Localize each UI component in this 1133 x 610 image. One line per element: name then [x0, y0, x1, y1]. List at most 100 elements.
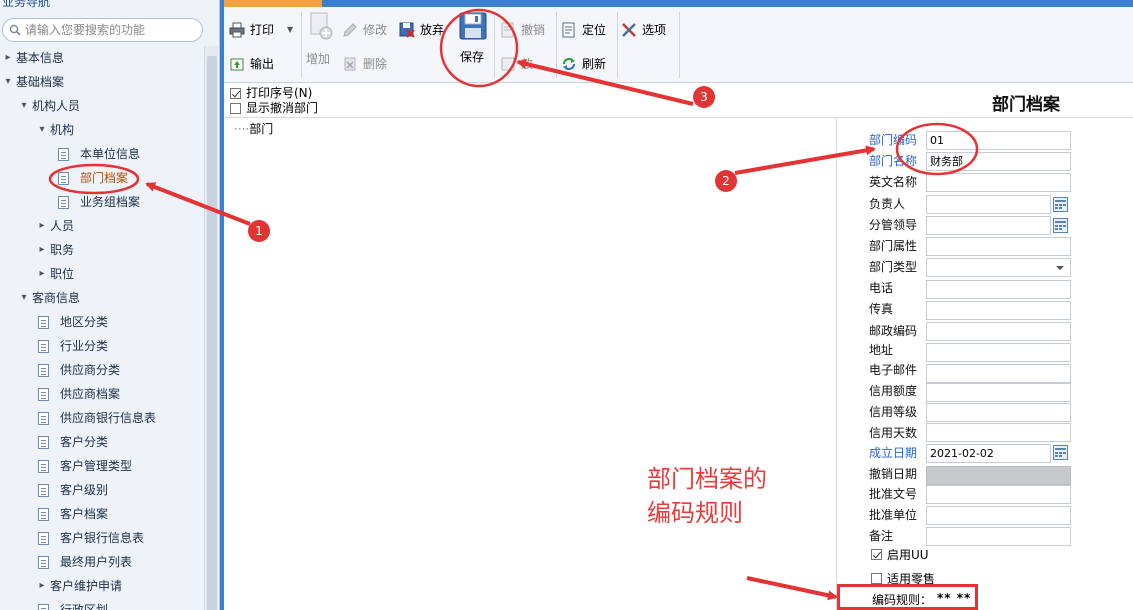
- annotation-note-line1: 部门档案的: [647, 465, 767, 493]
- dept-code-label: 部门编码: [869, 133, 918, 147]
- print-seq-label: 打印序号(N): [246, 86, 313, 100]
- export-icon: [230, 58, 244, 71]
- nav-item-label: 本单位信息: [80, 147, 141, 161]
- chevron-right-icon[interactable]: ▸: [36, 240, 48, 260]
- remark-input[interactable]: [926, 527, 1071, 546]
- chevron-right-icon[interactable]: ▸: [36, 576, 48, 596]
- delete-label: 删除: [363, 57, 388, 71]
- credit-days-input[interactable]: [926, 423, 1071, 442]
- nav-item-label: 职务: [50, 243, 75, 257]
- undo-icon: [501, 22, 514, 38]
- email-input[interactable]: [926, 364, 1071, 383]
- locate-icon: [562, 22, 575, 38]
- step-badge-3: 3: [693, 86, 715, 108]
- calendar-icon[interactable]: [1053, 445, 1068, 460]
- chevron-down-icon[interactable]: ▼: [287, 20, 293, 40]
- approval-no-input[interactable]: [926, 485, 1071, 504]
- document-icon: [38, 340, 49, 353]
- established-date-input[interactable]: 2021-02-02: [926, 444, 1051, 463]
- chevron-right-icon[interactable]: ▸: [36, 264, 48, 284]
- nav-scrollbar-thumb[interactable]: [207, 56, 217, 610]
- supervisor-input[interactable]: [926, 216, 1051, 235]
- print-seq-option[interactable]: 打印序号(N): [230, 86, 350, 101]
- chevron-right-icon[interactable]: ▸: [36, 216, 48, 236]
- nav-item-label: 客商信息: [32, 291, 81, 305]
- fax-input[interactable]: [926, 301, 1071, 320]
- lookup-icon[interactable]: [1053, 218, 1068, 233]
- print-button[interactable]: 打印 ▼: [229, 20, 299, 40]
- retail-checkbox[interactable]: [871, 573, 882, 584]
- nav-item-label: 机构: [50, 123, 75, 137]
- tree-root-label: 部门: [249, 122, 274, 136]
- remark-label: 备注: [869, 529, 894, 543]
- nav-item-label: 客户维护申请: [50, 579, 123, 593]
- chevron-down-icon[interactable]: ▾: [18, 96, 30, 116]
- phone-input[interactable]: [926, 280, 1071, 299]
- chevron-right-icon[interactable]: ▸: [2, 48, 14, 68]
- toolbar-separator: [301, 12, 302, 78]
- credit-limit-input[interactable]: [926, 383, 1071, 402]
- coding-rule-highlight: 编码规则： ** **: [837, 584, 978, 610]
- tree-root-node[interactable]: ····部门: [234, 120, 273, 137]
- dept-attr-input[interactable]: [926, 237, 1071, 256]
- undo-button[interactable]: 撤销: [500, 20, 552, 40]
- nav-item-label: 部门档案: [80, 171, 129, 185]
- modify-button[interactable]: 修改: [342, 20, 398, 40]
- nav-scrollbar[interactable]: [204, 46, 218, 610]
- function-search-box[interactable]: [2, 18, 203, 42]
- enable-uu-option[interactable]: 启用UU: [871, 547, 951, 563]
- document-icon: [58, 148, 69, 161]
- manager-input[interactable]: [926, 195, 1051, 214]
- postcode-input[interactable]: [926, 322, 1071, 341]
- show-cancelled-checkbox[interactable]: [230, 103, 241, 114]
- show-cancelled-option[interactable]: 显示撤消部门: [230, 101, 350, 116]
- toolbar-separator: [494, 12, 495, 78]
- refresh-button[interactable]: 刷新: [561, 54, 613, 74]
- function-search-input[interactable]: [25, 21, 195, 39]
- chevron-down-icon[interactable]: [1056, 266, 1064, 270]
- address-input[interactable]: [926, 343, 1071, 362]
- nav-item-label: 客户档案: [60, 507, 109, 521]
- locate-button[interactable]: 定位: [561, 20, 613, 40]
- delete-icon: [344, 57, 356, 71]
- dept-code-input[interactable]: 01: [926, 131, 1071, 150]
- document-icon: [38, 364, 49, 377]
- toolbar-separator: [556, 12, 557, 78]
- nav-item-label: 行政区划: [60, 603, 109, 610]
- abandon-button[interactable]: 放弃: [399, 20, 455, 40]
- department-tree: ····部门: [224, 118, 836, 610]
- credit-level-input[interactable]: [926, 403, 1071, 422]
- approval-unit-label: 批准单位: [869, 508, 918, 522]
- dept-name-input[interactable]: 财务部: [926, 152, 1071, 171]
- nav-panel-title: 业务导航: [2, 0, 51, 9]
- active-tab-strip[interactable]: [224, 0, 322, 7]
- delete-button[interactable]: 删除: [342, 54, 398, 74]
- dept-type-select[interactable]: [926, 258, 1071, 277]
- refresh-label: 刷新: [582, 57, 607, 71]
- toolbar-separator: [679, 12, 680, 78]
- established-date-label: 成立日期: [869, 446, 918, 460]
- save-button[interactable]: 保存: [455, 12, 489, 68]
- export-button[interactable]: 输出: [229, 54, 289, 74]
- credit-limit-label: 信用额度: [869, 384, 918, 398]
- approval-unit-input[interactable]: [926, 506, 1071, 525]
- address-label: 地址: [869, 343, 894, 357]
- add-button[interactable]: 增加: [306, 12, 336, 68]
- options-label: 选项: [642, 23, 667, 37]
- chevron-down-icon[interactable]: ▾: [2, 72, 14, 92]
- enable-uu-checkbox[interactable]: [871, 549, 882, 560]
- credit-days-label: 信用天数: [869, 426, 918, 440]
- discard-disk-icon: [399, 22, 415, 38]
- printer-icon: [229, 22, 245, 38]
- document-icon: [38, 508, 49, 521]
- english-name-input[interactable]: [926, 173, 1071, 192]
- print-seq-checkbox[interactable]: [230, 88, 241, 99]
- document-icon: [38, 484, 49, 497]
- chevron-down-icon[interactable]: ▾: [36, 120, 48, 140]
- document-icon: [58, 172, 69, 185]
- nav-item-label: 行业分类: [60, 339, 109, 353]
- lookup-icon[interactable]: [1053, 197, 1068, 212]
- options-button[interactable]: 选项: [621, 20, 673, 40]
- chevron-down-icon[interactable]: ▾: [18, 288, 30, 308]
- secondary-undo-button[interactable]: 放: [500, 54, 552, 74]
